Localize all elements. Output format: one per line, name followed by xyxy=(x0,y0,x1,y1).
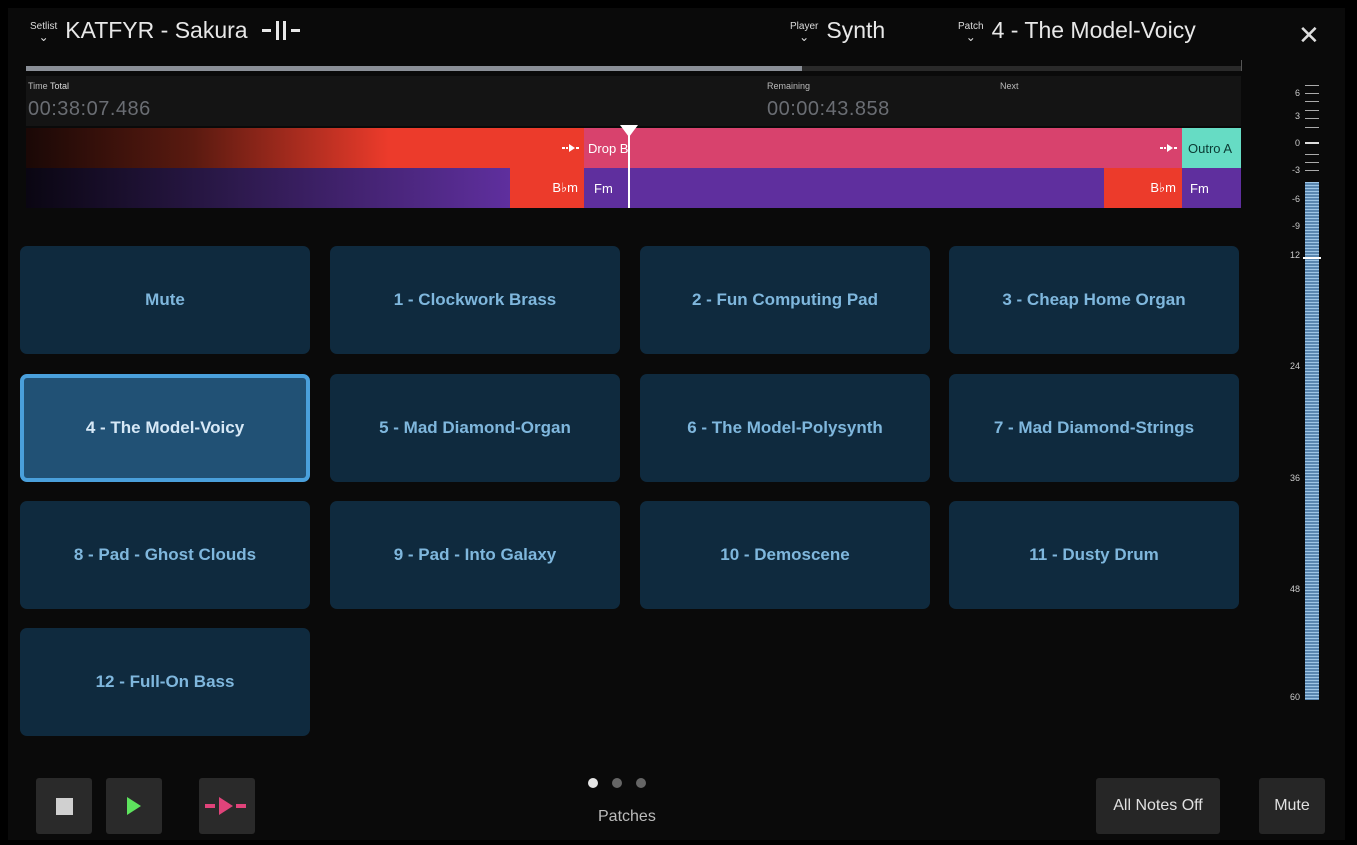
remaining-label: Remaining xyxy=(767,81,811,91)
setlist-selector[interactable]: Setlist ⌄ KATFYR - Sakura xyxy=(30,17,306,45)
meter-label: 48 xyxy=(1289,584,1300,594)
meter-tick xyxy=(1305,93,1319,94)
page-dot[interactable] xyxy=(636,778,646,788)
stop-button[interactable] xyxy=(36,778,92,834)
progress-end-marker xyxy=(1241,60,1242,71)
patch-pad-10[interactable]: 10 - Demoscene xyxy=(640,501,930,609)
meter-tick xyxy=(1305,110,1319,111)
song-progress-bar[interactable] xyxy=(26,66,1241,71)
setlist-value: KATFYR - Sakura xyxy=(65,17,248,43)
chord-track[interactable]: B♭m Fm B♭m Fm xyxy=(26,168,1241,208)
jump-next-button[interactable] xyxy=(199,778,255,834)
song-progress-fill xyxy=(26,66,803,71)
meter-label: 6 xyxy=(1294,88,1300,98)
meter-label: -6 xyxy=(1291,194,1300,204)
meter-label: 3 xyxy=(1294,111,1300,121)
section-marker-icon xyxy=(261,21,300,41)
time-panel: Time Total 00:38:07.486 Remaining 00:00:… xyxy=(26,76,1241,126)
meter-label: 0 xyxy=(1294,138,1300,148)
stop-icon xyxy=(55,797,73,815)
chord-segment[interactable] xyxy=(26,168,510,208)
total-time: 00:38:07.486 xyxy=(28,98,151,120)
patch-pad-mute[interactable]: Mute xyxy=(20,246,310,354)
time-label: Time xyxy=(28,81,48,91)
meter-tick xyxy=(1305,162,1319,163)
meter-tick xyxy=(1305,118,1319,119)
close-icon[interactable]: ✕ xyxy=(1298,22,1320,48)
meter-tick xyxy=(1305,154,1319,155)
patch-pad-7[interactable]: 7 - Mad Diamond-Strings xyxy=(949,374,1239,482)
chord-segment-bbm[interactable]: B♭m xyxy=(1104,168,1182,208)
meter-tick xyxy=(1305,101,1319,102)
jump-marker-icon xyxy=(562,144,579,152)
page-dot[interactable] xyxy=(588,778,598,788)
meter-tick xyxy=(1305,85,1319,86)
remaining-time: 00:00:43.858 xyxy=(767,98,890,120)
meter-label: 36 xyxy=(1289,473,1300,483)
play-button[interactable] xyxy=(106,778,162,834)
player-selector[interactable]: Player ⌄ Synth xyxy=(790,17,886,45)
page-dot[interactable] xyxy=(612,778,622,788)
chord-segment-fm[interactable]: Fm xyxy=(1182,168,1241,208)
page-indicator xyxy=(588,778,646,788)
total-label: Total xyxy=(50,81,70,91)
meter-level-bar xyxy=(1305,182,1319,700)
all-notes-off-button[interactable]: All Notes Off xyxy=(1096,778,1220,834)
patch-pad-4-selected[interactable]: 4 - The Model-Voicy xyxy=(20,374,310,482)
chord-label: B♭m xyxy=(552,180,578,195)
patch-pad-5[interactable]: 5 - Mad Diamond-Organ xyxy=(330,374,620,482)
meter-label: 12 xyxy=(1289,250,1300,260)
patch-selector[interactable]: Patch ⌄ 4 - The Model-Voicy xyxy=(958,17,1196,45)
playhead-handle-icon[interactable] xyxy=(620,125,638,137)
meter-label: 60 xyxy=(1289,692,1300,702)
chord-segment-bbm[interactable]: B♭m xyxy=(510,168,584,208)
meter-label: 24 xyxy=(1289,361,1300,371)
page-label: Patches xyxy=(598,808,656,825)
play-icon xyxy=(127,797,141,815)
mute-button[interactable]: Mute xyxy=(1259,778,1325,834)
player-value: Synth xyxy=(826,17,886,43)
patch-pad-12[interactable]: 12 - Full-On Bass xyxy=(20,628,310,736)
chevron-down-icon: ⌄ xyxy=(965,30,976,45)
meter-label: -3 xyxy=(1291,165,1300,175)
chevron-down-icon: ⌄ xyxy=(799,30,810,45)
patch-pad-2[interactable]: 2 - Fun Computing Pad xyxy=(640,246,930,354)
meter-tick xyxy=(1305,170,1319,171)
patch-pad-3[interactable]: 3 - Cheap Home Organ xyxy=(949,246,1239,354)
patch-pad-8[interactable]: 8 - Pad - Ghost Clouds xyxy=(20,501,310,609)
section-segment-outro-a[interactable]: Outro A xyxy=(1182,128,1241,168)
patch-pad-1[interactable]: 1 - Clockwork Brass xyxy=(330,246,620,354)
next-label: Next xyxy=(1000,81,1019,91)
section-label: Outro A xyxy=(1188,140,1233,156)
meter-label: -9 xyxy=(1291,221,1300,231)
patch-value: 4 - The Model-Voicy xyxy=(991,17,1196,43)
chord-label: Fm xyxy=(594,180,613,196)
jump-next-icon xyxy=(205,797,246,815)
section-label: Drop B xyxy=(588,140,629,156)
playhead[interactable] xyxy=(628,128,630,208)
chord-segment-fm[interactable]: Fm xyxy=(584,168,1104,208)
patch-pad-6[interactable]: 6 - The Model-Polysynth xyxy=(640,374,930,482)
chord-label: B♭m xyxy=(1150,180,1176,195)
meter-peak-marker xyxy=(1303,257,1321,259)
patch-pad-9[interactable]: 9 - Pad - Into Galaxy xyxy=(330,501,620,609)
meter-tick xyxy=(1305,142,1319,144)
jump-marker-icon xyxy=(1160,144,1177,152)
meter-tick xyxy=(1305,127,1319,128)
section-segment[interactable] xyxy=(26,128,584,168)
chord-label: Fm xyxy=(1190,180,1209,196)
chevron-down-icon: ⌄ xyxy=(38,30,49,45)
patch-pad-11[interactable]: 11 - Dusty Drum xyxy=(949,501,1239,609)
section-segment-drop-b[interactable]: Drop B xyxy=(584,128,1182,168)
